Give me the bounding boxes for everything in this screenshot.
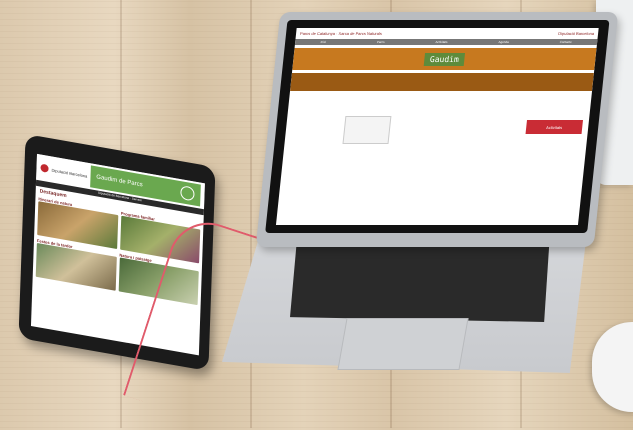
laptop-lid: Parcs de Catalunya · Xarxa de Parcs Natu… <box>255 12 619 247</box>
activities-button[interactable]: Activitats <box>525 120 583 134</box>
site-header: Parcs de Catalunya · Xarxa de Parcs Natu… <box>296 28 599 39</box>
site-brand: Diputació Barcelona <box>558 31 595 36</box>
tablet-site-title: Gaudim de Parcs <box>96 174 143 189</box>
tree-icon <box>180 185 195 202</box>
menu-item[interactable]: Agenda <box>498 40 509 44</box>
site-menu: Inici Parcs Activitats Agenda Contacte <box>294 39 598 45</box>
trackpad[interactable] <box>337 318 469 370</box>
calendar-widget[interactable] <box>342 116 392 144</box>
laptop-bezel: Parcs de Catalunya · Xarxa de Parcs Natu… <box>265 20 610 233</box>
menu-item[interactable]: Parcs <box>377 40 385 44</box>
menu-item[interactable]: Inici <box>320 40 326 44</box>
site-banner: Gaudim <box>292 48 597 70</box>
site-subnav <box>290 73 594 91</box>
site-title: Parcs de Catalunya · Xarxa de Parcs Natu… <box>299 31 383 36</box>
tablet-brand: Diputació Barcelona <box>51 166 88 179</box>
logo-icon <box>40 163 49 173</box>
banner-title: Gaudim <box>423 52 466 66</box>
menu-item[interactable]: Activitats <box>435 40 447 44</box>
menu-item[interactable]: Contacte <box>560 40 572 44</box>
laptop-screen: Parcs de Catalunya · Xarxa de Parcs Natu… <box>275 28 599 225</box>
